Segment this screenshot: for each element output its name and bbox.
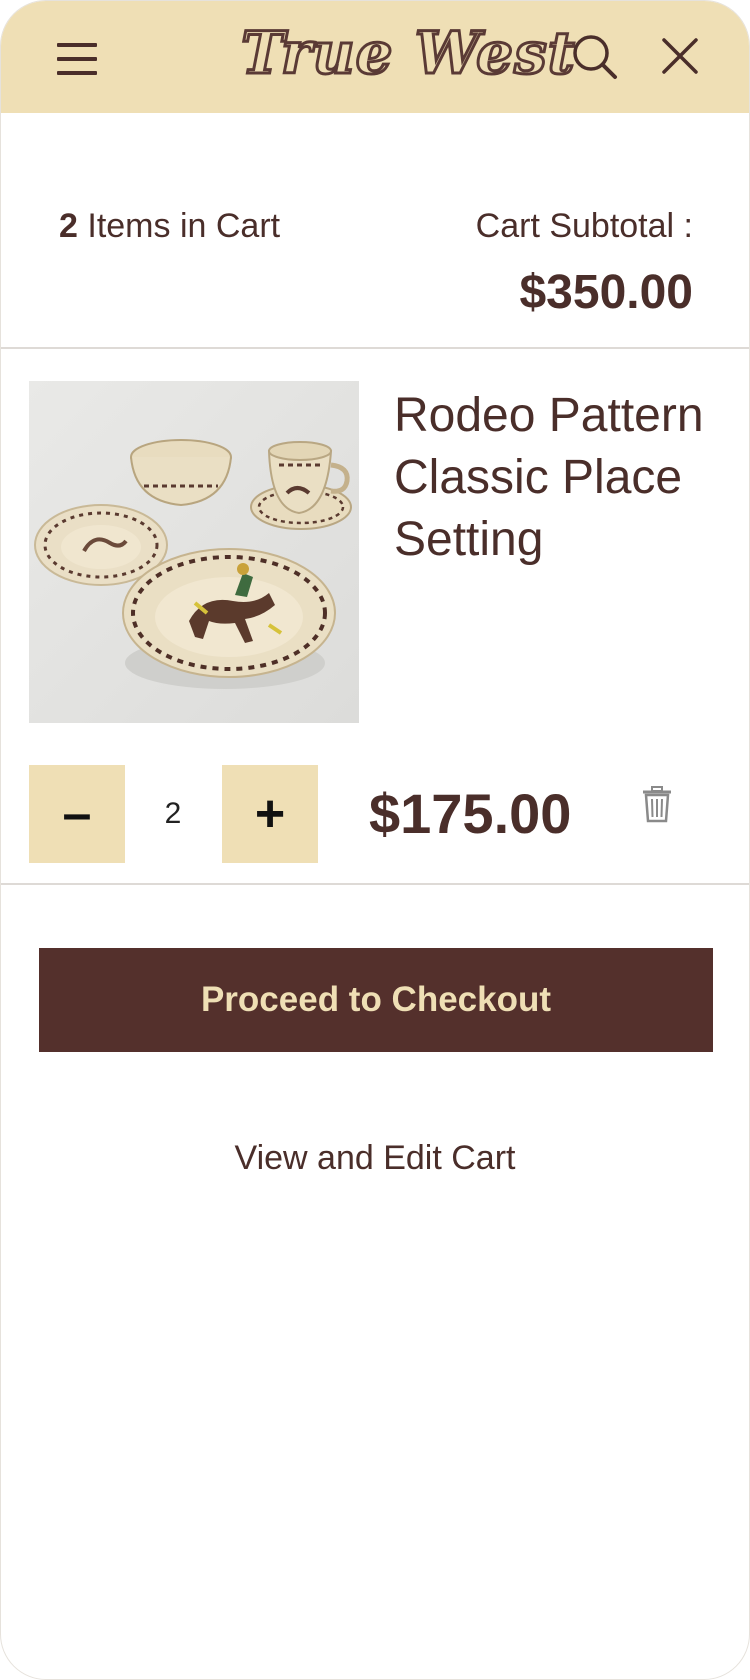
product-title[interactable]: Rodeo Pattern Classic Place Setting	[394, 385, 724, 571]
proceed-to-checkout-button[interactable]: Proceed to Checkout	[39, 948, 713, 1052]
increase-quantity-button[interactable]: +	[222, 765, 318, 863]
items-in-cart-label: Items in Cart	[87, 207, 281, 245]
cart-subtotal-value: $350.00	[519, 266, 693, 319]
search-icon[interactable]	[569, 31, 621, 83]
view-edit-cart-link[interactable]: View and Edit Cart	[1, 1133, 749, 1183]
decrease-quantity-button[interactable]: –	[29, 765, 125, 863]
cart-subtotal-label: Cart Subtotal :	[475, 207, 693, 245]
quantity-input[interactable]	[125, 765, 221, 863]
brand-logo[interactable]: True West	[240, 13, 577, 93]
cart-panel: True West 2 Items in Cart Cart Subtotal …	[0, 0, 750, 1680]
items-in-cart: 2 Items in Cart	[59, 201, 280, 251]
header-bar: True West	[1, 1, 749, 113]
item-count: 2	[59, 207, 78, 245]
product-image[interactable]	[29, 381, 359, 723]
close-icon[interactable]	[657, 33, 703, 79]
divider	[1, 883, 749, 885]
divider	[1, 347, 749, 349]
item-price: $175.00	[369, 782, 572, 845]
trash-icon[interactable]	[639, 785, 675, 825]
hamburger-icon[interactable]	[53, 37, 101, 83]
